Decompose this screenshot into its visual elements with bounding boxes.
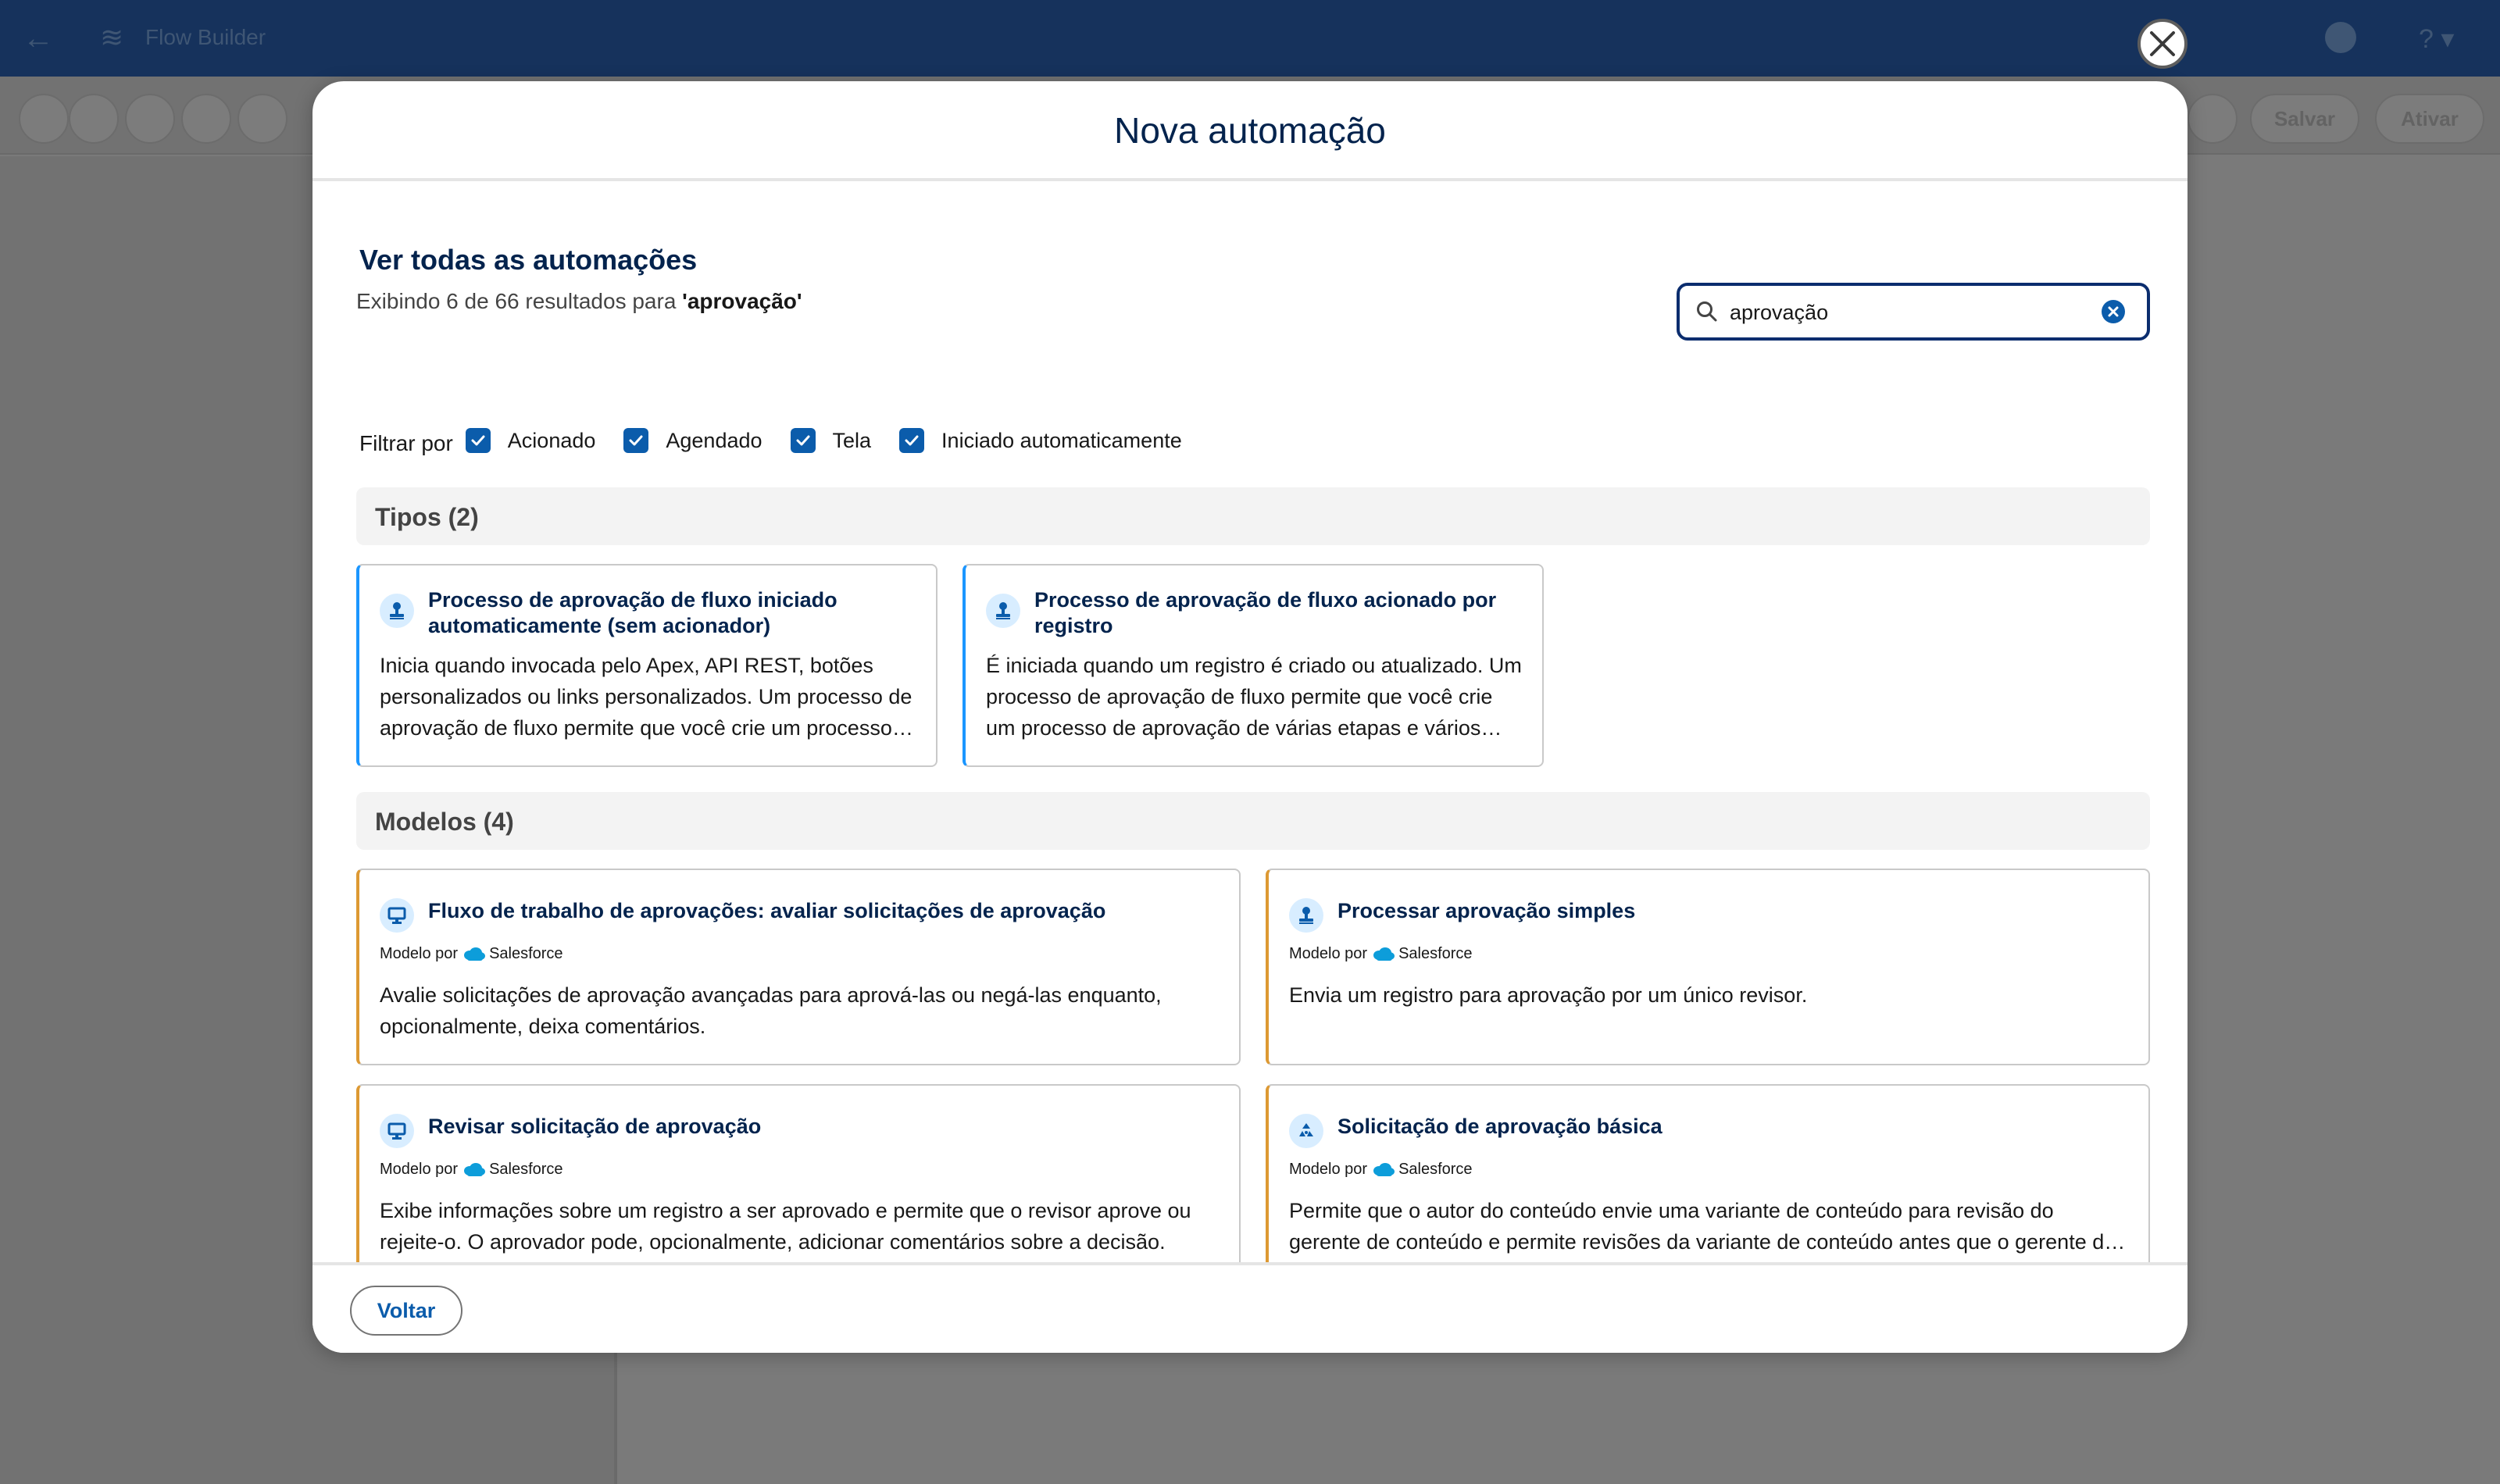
flow-builder-icon: ≋ (100, 21, 124, 53)
type-card-record-triggered-approval[interactable]: Processo de aprovação de fluxo acionado … (962, 564, 1544, 767)
meta-prefix: Modelo por (1289, 1161, 1368, 1178)
card-title: Fluxo de trabalho de aprovações: avaliar… (428, 899, 1106, 922)
activate-button[interactable]: Ativar (2375, 94, 2484, 144)
salesforce-cloud-icon (464, 947, 486, 961)
card-title: Processo de aprovação de fluxo acionado … (1034, 588, 1497, 637)
card-description: Permite que o autor do conteúdo envie um… (1289, 1199, 2116, 1254)
meta-prefix: Modelo por (1289, 945, 1368, 962)
clear-search-icon[interactable] (2102, 300, 2125, 323)
modal-body: Ver todas as automações Exibindo 6 de 66… (312, 181, 2188, 1281)
card-description: Envia um registro para aprovação por um … (1289, 983, 1808, 1007)
app-title: Flow Builder (145, 25, 266, 49)
modal-title: Nova automação (1114, 110, 1386, 151)
modal-footer: Voltar (312, 1262, 2188, 1353)
redo-button[interactable] (69, 94, 119, 144)
card-description: Avalie solicitações de aprovação avançad… (380, 983, 1162, 1038)
filter-label: Filtrar por (359, 431, 453, 455)
filter-option-label: Iniciado automaticamente (941, 428, 1182, 452)
filter-scheduled[interactable]: Agendado (623, 428, 762, 453)
meta-prefix: Modelo por (380, 945, 459, 962)
meta-vendor: Salesforce (1398, 945, 1473, 962)
card-description: É iniciada quando um registro é criado o… (986, 654, 1522, 740)
settings-gear-icon[interactable] (2325, 22, 2356, 53)
meta-vendor: Salesforce (489, 1161, 563, 1178)
filter-option-label: Tela (832, 428, 872, 452)
results-query: 'aprovação' (682, 289, 802, 313)
save-button[interactable]: Salvar (2250, 94, 2359, 144)
copy-button[interactable] (125, 94, 175, 144)
template-meta: Modelo por Salesforce (380, 1161, 563, 1179)
salesforce-cloud-icon (464, 1162, 486, 1176)
meta-vendor: Salesforce (1398, 1161, 1473, 1178)
search-box (1677, 283, 2150, 341)
approval-stamp-icon (380, 594, 414, 628)
disable-button[interactable] (181, 94, 231, 144)
template-meta: Modelo por Salesforce (1289, 1161, 1473, 1179)
filter-option-label: Agendado (666, 428, 762, 452)
template-meta: Modelo por Salesforce (1289, 945, 1473, 963)
results-count: Exibindo 6 de 66 resultados para 'aprova… (356, 289, 802, 314)
new-automation-modal: Nova automação Ver todas as automações E… (312, 81, 2188, 1353)
checkbox-checked-icon[interactable] (899, 428, 925, 453)
filter-triggered[interactable]: Acionado (465, 428, 596, 453)
settings-button[interactable] (238, 94, 288, 144)
screen-icon (380, 1114, 414, 1148)
filter-autolaunched[interactable]: Iniciado automaticamente (899, 428, 1182, 453)
search-icon (1697, 301, 1717, 322)
template-card-review-approval-request[interactable]: Revisar solicitação de aprovação Modelo … (356, 1084, 1241, 1281)
section-title: Ver todas as automações (359, 244, 698, 276)
back-button[interactable]: Voltar (350, 1286, 462, 1336)
screen-icon (380, 898, 414, 933)
back-arrow-icon[interactable]: ← (20, 20, 56, 56)
results-prefix: Exibindo 6 de 66 resultados para (356, 289, 683, 313)
card-description: Inicia quando invocada pelo Apex, API RE… (380, 654, 912, 740)
close-button[interactable] (2138, 19, 2188, 69)
salesforce-cloud-icon (1373, 947, 1395, 961)
template-card-approvals-workflow[interactable]: Fluxo de trabalho de aprovações: avaliar… (356, 869, 1241, 1065)
approval-stamp-icon (986, 594, 1020, 628)
close-icon (2150, 31, 2175, 56)
template-card-basic-approval-request[interactable]: Solicitação de aprovação básica Modelo p… (1266, 1084, 2150, 1281)
group-label: Modelos (4) (375, 808, 514, 836)
recycle-arrows-icon (1289, 1114, 1323, 1148)
more-options-button[interactable] (2188, 94, 2238, 144)
filter-row: Filtrar por Acionado Agendado Tela Inici… (359, 425, 1210, 456)
checkbox-checked-icon[interactable] (790, 428, 816, 453)
group-header-templates: Modelos (4) (356, 792, 2150, 850)
template-meta: Modelo por Salesforce (380, 945, 563, 963)
card-title: Solicitação de aprovação básica (1338, 1115, 1662, 1138)
filter-option-label: Acionado (507, 428, 596, 452)
group-header-types: Tipos (2) (356, 487, 2150, 545)
checkbox-checked-icon[interactable] (465, 428, 491, 453)
card-title: Processo de aprovação de fluxo iniciado … (428, 588, 838, 637)
undo-button[interactable] (19, 94, 69, 144)
approval-stamp-icon (1289, 898, 1323, 933)
salesforce-cloud-icon (1373, 1162, 1395, 1176)
checkbox-checked-icon[interactable] (623, 428, 649, 453)
meta-vendor: Salesforce (489, 945, 563, 962)
template-card-simple-approval[interactable]: Processar aprovação simples Modelo por S… (1266, 869, 2150, 1065)
meta-prefix: Modelo por (380, 1161, 459, 1178)
help-icon[interactable]: ? ▾ (2419, 23, 2454, 55)
app-header: ← ≋ Flow Builder ? ▾ (0, 0, 2500, 77)
group-label: Tipos (2) (375, 503, 479, 531)
search-input[interactable] (1730, 297, 2089, 328)
modal-header: Nova automação (312, 81, 2188, 181)
card-title: Revisar solicitação de aprovação (428, 1115, 762, 1138)
card-title: Processar aprovação simples (1338, 899, 1636, 922)
card-description: Exibe informações sobre um registro a se… (380, 1199, 1191, 1254)
type-card-autolaunched-approval[interactable]: Processo de aprovação de fluxo iniciado … (356, 564, 938, 767)
filter-screen[interactable]: Tela (790, 428, 872, 453)
